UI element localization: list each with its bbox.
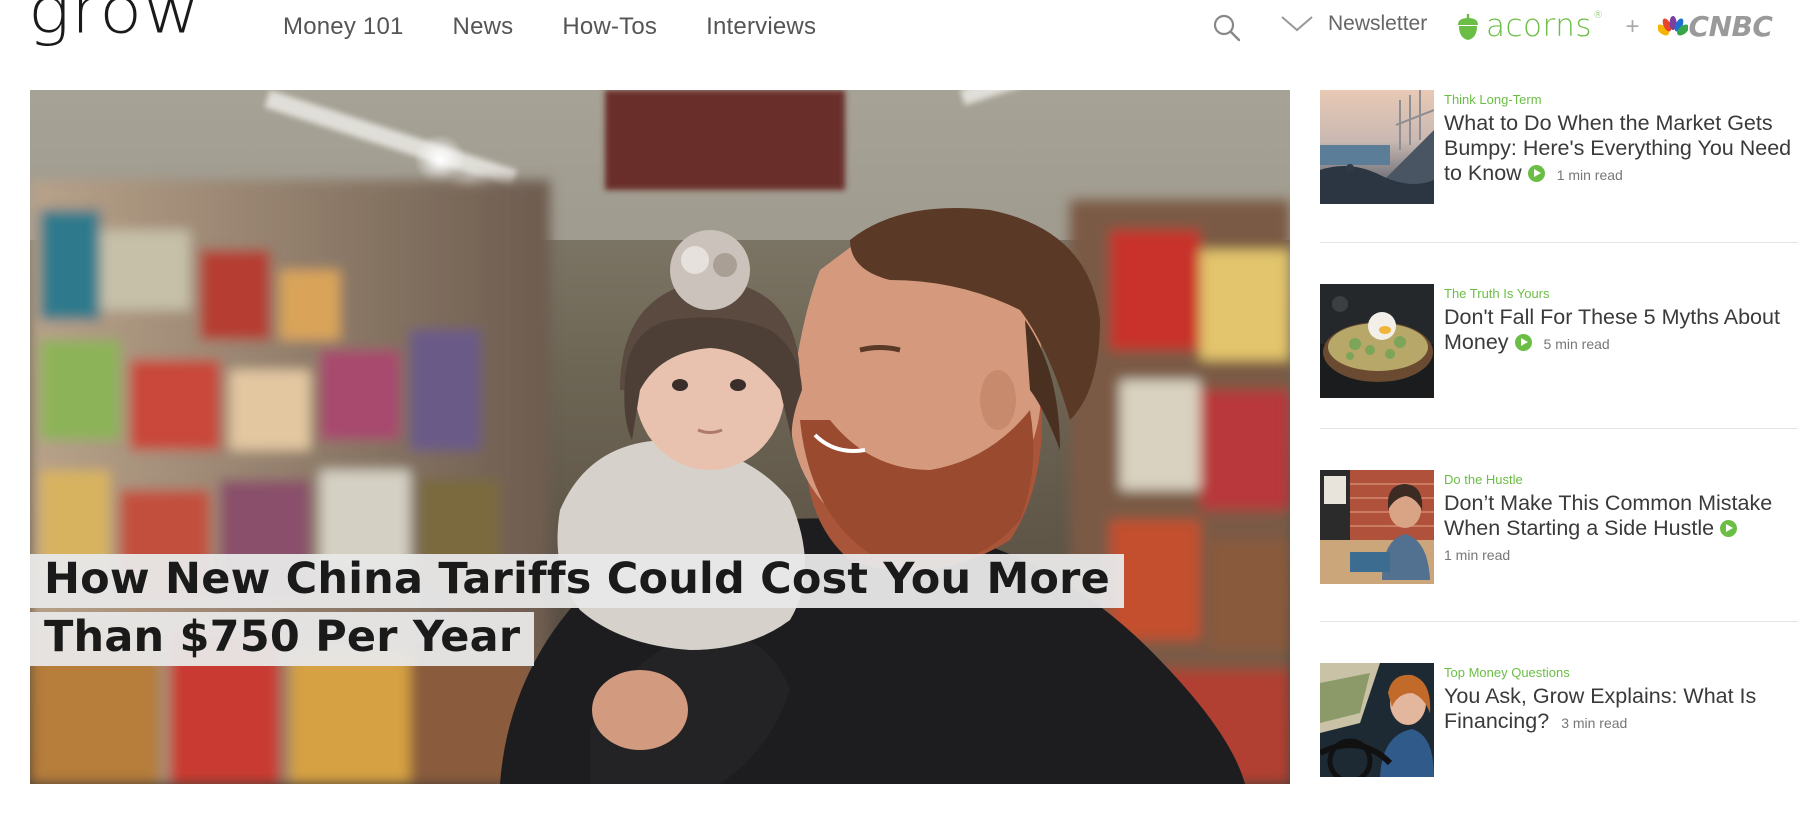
article-title[interactable]: What to Do When the Market Gets Bumpy: H…	[1444, 111, 1798, 188]
divider	[1320, 621, 1798, 622]
acorn-icon	[1458, 13, 1478, 40]
sidebar-article[interactable]: Top Money Questions You Ask, Grow Explai…	[1320, 663, 1798, 777]
article-thumbnail	[1320, 470, 1434, 584]
hero-article[interactable]: How New China Tariffs Could Cost You Mor…	[30, 90, 1290, 784]
cnbc-logo[interactable]: CNBC	[1689, 10, 1773, 43]
nav-interviews[interactable]: Interviews	[706, 13, 816, 41]
read-time: 3 min read	[1561, 715, 1628, 731]
nav-news[interactable]: News	[453, 13, 514, 41]
sidebar-article[interactable]: Think Long-Term What to Do When the Mark…	[1320, 90, 1798, 204]
acorns-logo[interactable]: acorns®	[1486, 11, 1604, 42]
partner-logos: acorns® + CNBC	[1456, 10, 1773, 43]
divider	[1320, 428, 1798, 429]
article-category[interactable]: Think Long-Term	[1444, 92, 1798, 107]
read-time: 5 min read	[1543, 336, 1610, 352]
article-category[interactable]: The Truth Is Yours	[1444, 286, 1798, 301]
read-time: 1 min read	[1556, 167, 1623, 183]
nav-money-101[interactable]: Money 101	[283, 13, 404, 41]
read-time: 1 min read	[1444, 547, 1511, 563]
nbc-peacock-icon	[1657, 15, 1688, 35]
chevron-down-icon	[1281, 16, 1313, 32]
nav-how-tos[interactable]: How-Tos	[562, 13, 657, 41]
divider	[1320, 242, 1798, 243]
newsletter-button[interactable]: Newsletter	[1280, 12, 1427, 36]
play-icon	[1527, 165, 1545, 182]
article-category[interactable]: Do the Hustle	[1444, 472, 1798, 487]
article-title[interactable]: You Ask, Grow Explains: What Is Financin…	[1444, 684, 1798, 736]
main-nav: Money 101 News How-Tos Interviews	[283, 13, 816, 41]
play-icon	[1514, 334, 1532, 351]
article-thumbnail	[1320, 284, 1434, 398]
article-title[interactable]: Don't Fall For These 5 Myths About Money…	[1444, 305, 1798, 357]
grow-logo[interactable]: grow	[28, 0, 201, 42]
article-category[interactable]: Top Money Questions	[1444, 665, 1798, 680]
hero-image	[30, 90, 1290, 784]
article-title[interactable]: Don’t Make This Common Mistake When Star…	[1444, 491, 1798, 541]
partner-plus: +	[1625, 12, 1640, 40]
hero-headline[interactable]: How New China Tariffs Could Cost You Mor…	[30, 550, 1150, 666]
sidebar-article[interactable]: The Truth Is Yours Don't Fall For These …	[1320, 284, 1798, 398]
search-icon[interactable]	[1212, 13, 1242, 43]
sidebar-article[interactable]: Do the Hustle Don’t Make This Common Mis…	[1320, 470, 1798, 584]
play-icon	[1720, 520, 1738, 537]
newsletter-label: Newsletter	[1328, 12, 1428, 35]
site-header: grow Money 101 News How-Tos Interviews N…	[0, 0, 1815, 62]
article-thumbnail	[1320, 663, 1434, 777]
article-thumbnail	[1320, 90, 1434, 204]
